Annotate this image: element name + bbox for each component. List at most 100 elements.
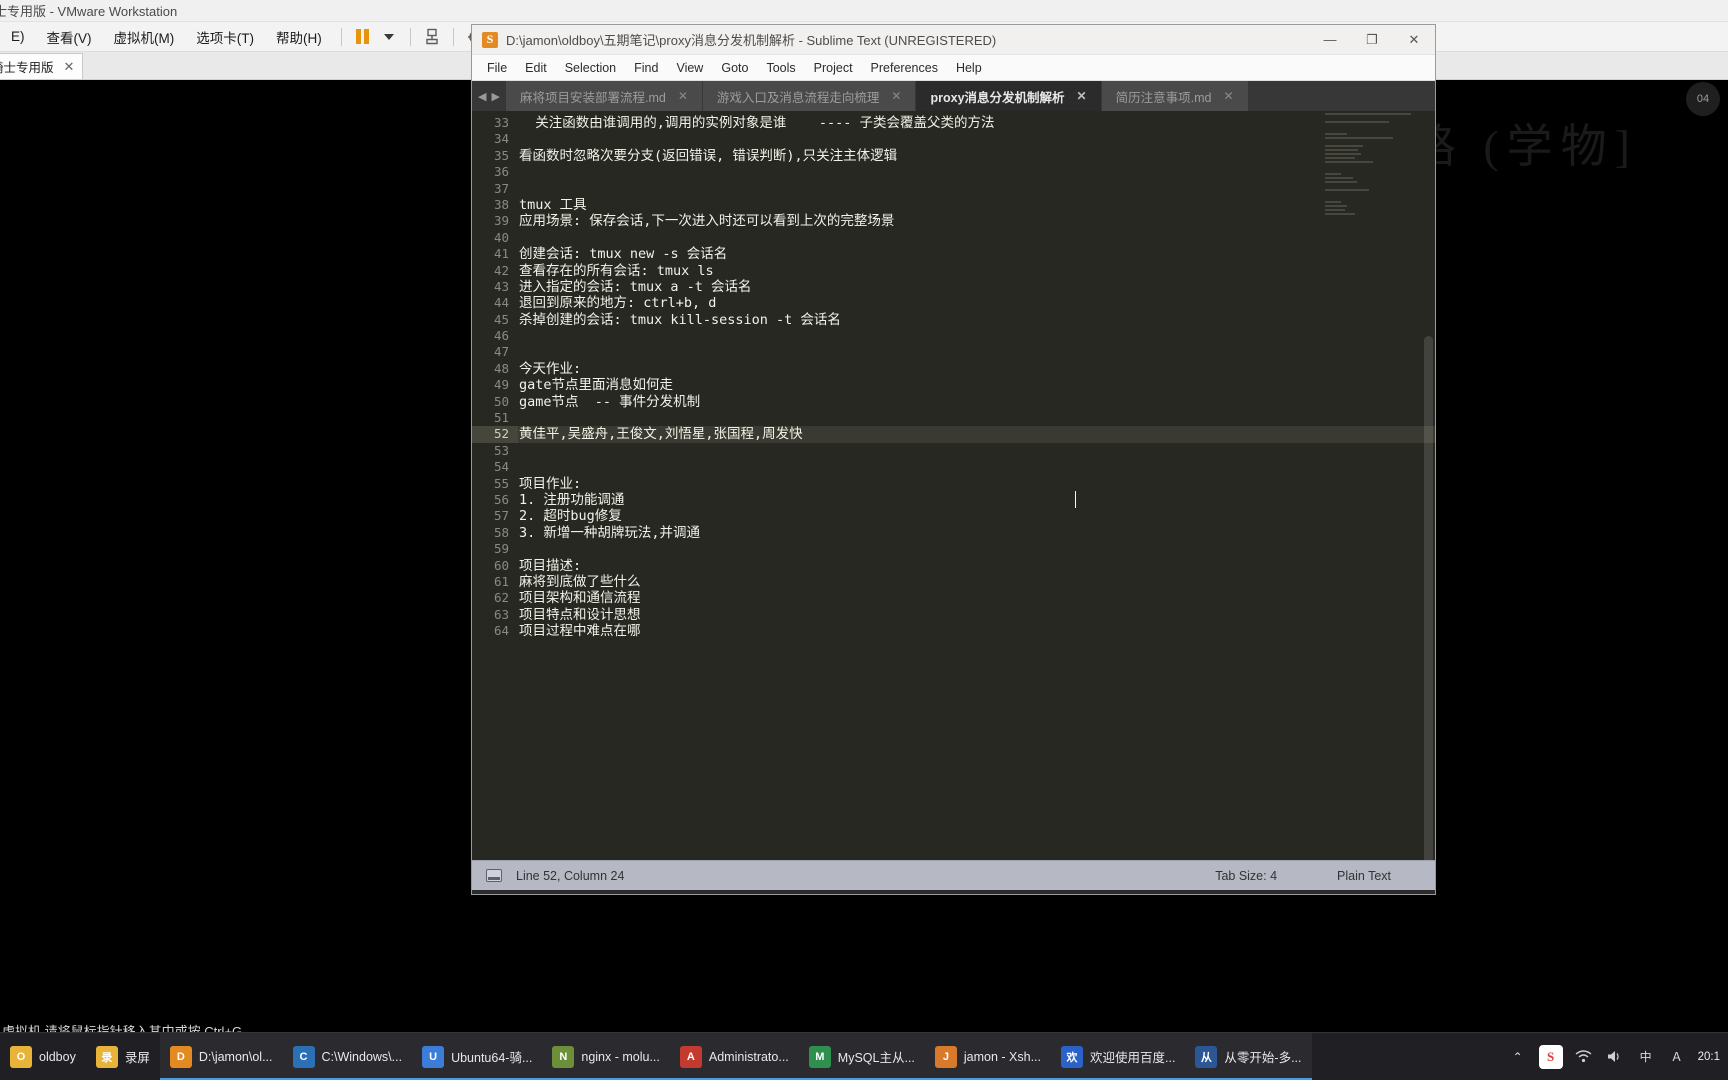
taskbar-item-5[interactable]: Nnginx - molu... xyxy=(542,1032,670,1080)
close-icon[interactable]: ✕ xyxy=(1223,89,1233,103)
close-icon[interactable]: ✕ xyxy=(678,89,688,103)
pause-icon[interactable] xyxy=(350,26,376,48)
input-method-icon[interactable]: 中 xyxy=(1636,1047,1656,1067)
code-line[interactable]: 52 黄佳平,吴盛舟,王俊文,刘悟星,张国程,周发快 xyxy=(472,426,1435,443)
editor-tab-1[interactable]: 游戏入口及消息流程走向梳理 ✕ xyxy=(702,81,917,111)
taskbar-item-0[interactable]: Ooldboy xyxy=(0,1033,86,1080)
code-line[interactable]: 55 项目作业: xyxy=(472,476,1435,492)
tab-prev-icon[interactable]: ◀ xyxy=(478,90,486,103)
code-line[interactable]: 53 xyxy=(472,443,1435,459)
editor-tab-2[interactable]: proxy消息分发机制解析 ✕ xyxy=(916,81,1102,111)
menu-goto[interactable]: Goto xyxy=(712,58,757,78)
taskbar-item-1[interactable]: 录录屏 xyxy=(86,1033,160,1080)
vmware-menu-tabs[interactable]: 选项卡(T) xyxy=(185,24,265,50)
line-text: tmux 工具 xyxy=(519,196,587,213)
code-line[interactable]: 51 xyxy=(472,410,1435,426)
code-line[interactable]: 47 xyxy=(472,344,1435,360)
watermark-badge: 04 xyxy=(1686,82,1720,116)
sogou-icon[interactable]: S xyxy=(1538,1044,1563,1069)
code-content[interactable]: 33 关注函数由谁调用的,调用的实例对象是谁 ---- 子类会覆盖父类的方法 34… xyxy=(472,111,1435,860)
network-icon[interactable] xyxy=(1574,1047,1594,1067)
taskbar-item-8[interactable]: Jjamon - Xsh... xyxy=(924,1032,1051,1080)
code-line[interactable]: 36 xyxy=(472,164,1435,180)
menu-selection[interactable]: Selection xyxy=(556,58,625,78)
taskbar-item-2[interactable]: D D:\jamon\ol... xyxy=(159,1032,283,1080)
line-number: 53 xyxy=(493,442,509,458)
code-line[interactable]: 50 game节点 -- 事件分发机制 xyxy=(472,394,1435,410)
menu-tools[interactable]: Tools xyxy=(757,58,804,78)
vmware-menu-view[interactable]: 查看(V) xyxy=(36,24,103,50)
tab-next-icon[interactable]: ▶ xyxy=(492,90,500,103)
editor-tab-label: 麻将项目安装部署流程.md xyxy=(520,90,666,105)
code-line[interactable]: 63 项目特点和设计思想 xyxy=(472,607,1435,623)
close-icon[interactable]: ✕ xyxy=(64,59,75,75)
editor-tab-3[interactable]: 简历注意事项.md ✕ xyxy=(1101,81,1249,111)
close-icon[interactable]: ✕ xyxy=(1077,89,1087,103)
code-line[interactable]: 64 项目过程中难点在哪 xyxy=(472,623,1435,639)
taskbar-item-10[interactable]: 从从零开始-多... xyxy=(1185,1032,1312,1080)
menu-preferences[interactable]: Preferences xyxy=(862,58,947,78)
menu-edit[interactable]: Edit xyxy=(516,58,556,78)
code-line[interactable]: 58 3. 新增一种胡牌玩法,并调通 xyxy=(472,525,1435,541)
code-line[interactable]: 54 xyxy=(472,459,1435,475)
code-line[interactable]: 60 项目描述: xyxy=(472,558,1435,574)
code-line[interactable]: 38 tmux 工具 xyxy=(472,197,1435,213)
code-line[interactable]: 59 xyxy=(472,541,1435,557)
taskbar-item-4[interactable]: U Ubuntu64-骑... xyxy=(412,1032,543,1080)
volume-icon[interactable] xyxy=(1605,1047,1625,1067)
code-line[interactable]: 37 xyxy=(472,181,1435,197)
code-line[interactable]: 46 xyxy=(472,328,1435,344)
line-text: 项目作业: xyxy=(519,475,582,492)
code-line[interactable]: 48 今天作业: xyxy=(472,361,1435,377)
taskbar-item-6[interactable]: A Administrato... xyxy=(669,1032,799,1080)
taskbar-item-3[interactable]: C C:\Windows\... xyxy=(282,1032,413,1080)
taskbar-item-7[interactable]: M MySQL主从... xyxy=(798,1032,925,1080)
line-number: 40 xyxy=(493,229,509,245)
menu-file[interactable]: File xyxy=(478,58,516,78)
vmware-menu-help[interactable]: 帮助(H) xyxy=(265,24,333,50)
syntax-indicator[interactable]: Plain Text xyxy=(1337,869,1391,883)
taskbar-clock[interactable]: 20:1 xyxy=(1698,1050,1720,1064)
chevron-down-icon[interactable] xyxy=(376,26,402,48)
menu-help[interactable]: Help xyxy=(947,58,991,78)
code-line[interactable]: 49 gate节点里面消息如何走 xyxy=(472,377,1435,393)
code-line[interactable]: 62 项目架构和通信流程 xyxy=(472,590,1435,606)
code-line[interactable]: 61 麻将到底做了些什么 xyxy=(472,574,1435,590)
editor-body[interactable]: 33 关注函数由谁调用的,调用的实例对象是谁 ---- 子类会覆盖父类的方法 34… xyxy=(472,111,1435,860)
vmware-tab-guest[interactable]: 骑士专用版 ✕ xyxy=(0,53,84,79)
code-line[interactable]: 45 杀掉创建的会话: tmux kill-session -t 会话名 xyxy=(472,312,1435,328)
line-number: 34 xyxy=(493,131,509,147)
keyboard-shape-icon[interactable]: Ａ xyxy=(1667,1047,1687,1067)
taskbar-item-label: Ubuntu64-骑... xyxy=(451,1051,533,1065)
close-button[interactable]: ✕ xyxy=(1393,25,1435,55)
vmware-menu-edit[interactable]: E) xyxy=(0,26,36,47)
vmware-menu-vm[interactable]: 虚拟机(M) xyxy=(103,24,186,50)
code-line[interactable]: 43 进入指定的会话: tmux a -t 会话名 xyxy=(472,279,1435,295)
tab-scroll-arrows[interactable]: ◀ ▶ xyxy=(472,81,506,111)
taskbar-item-9[interactable]: 欢欢迎使用百度... xyxy=(1051,1032,1186,1080)
code-line[interactable]: 35 看函数时忽略次要分支(返回错误, 错误判断),只关注主体逻辑 xyxy=(472,148,1435,164)
menu-project[interactable]: Project xyxy=(805,58,862,78)
code-line[interactable]: 41 创建会话: tmux new -s 会话名 xyxy=(472,246,1435,262)
minimize-button[interactable]: — xyxy=(1309,25,1351,55)
snapshot-icon[interactable] xyxy=(419,26,445,48)
code-line[interactable]: 42 查看存在的所有会话: tmux ls xyxy=(472,263,1435,279)
code-line[interactable]: 34 xyxy=(472,131,1435,147)
editor-tab-0[interactable]: 麻将项目安装部署流程.md ✕ xyxy=(506,81,703,111)
code-line[interactable]: 56 1. 注册功能调通 xyxy=(472,492,1435,508)
code-line[interactable]: 44 退回到原来的地方: ctrl+b, d xyxy=(472,295,1435,311)
code-line[interactable]: 33 关注函数由谁调用的,调用的实例对象是谁 ---- 子类会覆盖父类的方法 xyxy=(472,115,1435,131)
vertical-scrollbar[interactable] xyxy=(1424,336,1433,860)
close-icon[interactable]: ✕ xyxy=(891,89,901,103)
code-line[interactable]: 40 xyxy=(472,230,1435,246)
code-line[interactable]: 57 2. 超时bug修复 xyxy=(472,508,1435,524)
code-line[interactable]: 39 应用场景: 保存会话,下一次进入时还可以看到上次的完整场景 xyxy=(472,213,1435,229)
maximize-button[interactable]: ❐ xyxy=(1351,25,1393,55)
menu-find[interactable]: Find xyxy=(625,58,667,78)
line-number: 39 xyxy=(493,213,509,229)
line-text: 应用场景: 保存会话,下一次进入时还可以看到上次的完整场景 xyxy=(519,213,895,230)
chevron-up-icon[interactable]: ⌃ xyxy=(1508,1047,1528,1067)
tab-size-indicator[interactable]: Tab Size: 4 xyxy=(1215,869,1277,883)
minimap[interactable] xyxy=(1325,113,1425,233)
menu-view[interactable]: View xyxy=(667,58,712,78)
